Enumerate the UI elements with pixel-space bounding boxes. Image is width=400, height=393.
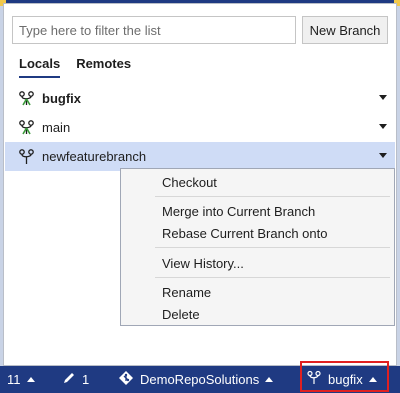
branch-label: main: [42, 120, 71, 135]
filter-input[interactable]: [12, 16, 296, 44]
filter-row: New Branch: [12, 16, 388, 44]
chevron-down-icon[interactable]: [379, 124, 387, 129]
menu-item-checkout[interactable]: Checkout: [121, 172, 394, 194]
branch-item-main[interactable]: main: [5, 113, 395, 142]
branch-label: bugfix: [42, 91, 81, 106]
menu-item-view-history[interactable]: View History...: [121, 253, 394, 275]
tab-locals[interactable]: Locals: [19, 54, 61, 78]
menu-item-rebase[interactable]: Rebase Current Branch onto: [121, 223, 394, 245]
pencil-icon: [62, 371, 76, 388]
menu-item-rename[interactable]: Rename: [121, 282, 394, 304]
branch-list: bugfix main newfeaturebranch: [5, 84, 395, 171]
status-repository[interactable]: DemoRepoSolutions: [118, 366, 274, 393]
menu-separator: [155, 196, 390, 197]
chevron-down-icon[interactable]: [379, 95, 387, 100]
menu-item-merge[interactable]: Merge into Current Branch: [121, 201, 394, 223]
menu-item-delete[interactable]: Delete: [121, 304, 394, 326]
repository-name: DemoRepoSolutions: [140, 372, 260, 387]
highlight-box: [300, 361, 389, 392]
up-count-label: 11: [7, 372, 21, 387]
branch-current-icon: [17, 118, 37, 138]
branch-icon: [17, 147, 37, 167]
tab-remotes[interactable]: Remotes: [76, 54, 131, 78]
menu-separator: [155, 247, 390, 248]
status-pending-edits[interactable]: 1: [62, 366, 89, 393]
new-branch-button[interactable]: New Branch: [302, 16, 388, 44]
branch-item-newfeaturebranch[interactable]: newfeaturebranch: [5, 142, 395, 171]
branch-current-icon: [17, 89, 37, 109]
chevron-down-icon[interactable]: [379, 153, 387, 158]
chevron-up-icon: [265, 377, 274, 382]
arrow-up-icon: [26, 377, 35, 382]
branch-label: newfeaturebranch: [42, 149, 147, 164]
menu-separator: [155, 277, 390, 278]
status-up-count[interactable]: 11: [7, 366, 35, 393]
branch-context-menu: Checkout Merge into Current Branch Rebas…: [120, 168, 395, 326]
branch-tabs: Locals Remotes: [19, 54, 131, 78]
branch-item-bugfix[interactable]: bugfix: [5, 84, 395, 113]
pending-edits-count: 1: [82, 372, 90, 387]
repository-icon: [118, 370, 134, 389]
